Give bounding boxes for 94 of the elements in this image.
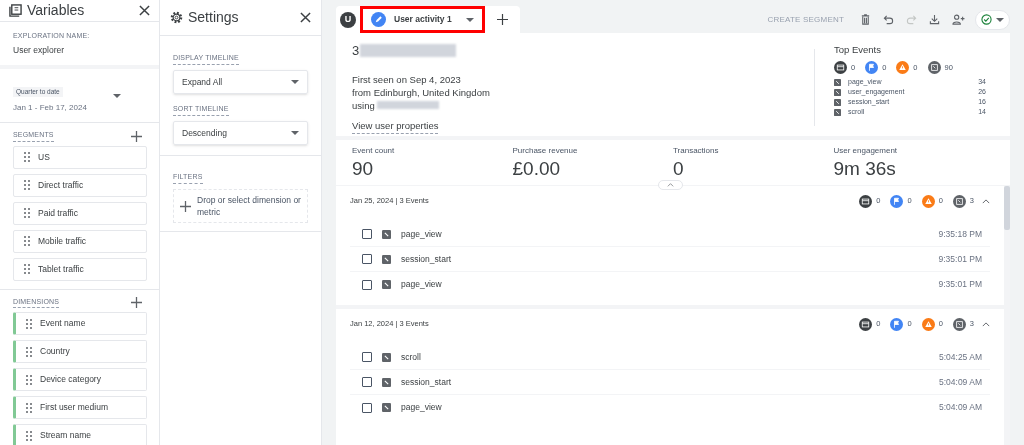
dimension-chip[interactable]: Stream name xyxy=(13,424,147,445)
event-icon xyxy=(382,403,391,412)
exploration-name[interactable]: User explorer xyxy=(13,43,146,57)
redacted-block xyxy=(376,101,439,109)
download-icon[interactable] xyxy=(929,14,940,25)
event-name: page_view xyxy=(401,278,443,291)
dimension-chip[interactable]: Event name xyxy=(13,312,147,336)
dropdown[interactable]: Expand All xyxy=(173,70,308,94)
segment-chip[interactable]: Direct traffic xyxy=(13,173,147,197)
tab[interactable]: User activity 1 xyxy=(360,6,485,33)
metric-label: Event count xyxy=(352,145,396,157)
pencil-icon xyxy=(371,12,386,27)
checkbox[interactable] xyxy=(362,254,372,264)
add-icon[interactable] xyxy=(131,297,142,308)
caret-icon xyxy=(996,17,1004,22)
segment-chip[interactable]: Mobile traffic xyxy=(13,229,147,253)
event-name: page_view xyxy=(401,401,443,414)
metric-label: Purchase revenue xyxy=(512,145,579,157)
segment-chip[interactable]: Paid traffic xyxy=(13,201,147,225)
dimension-chip[interactable]: First user medium xyxy=(13,396,147,420)
event-time: 9:35:01 PM xyxy=(938,252,982,266)
event-time: 9:35:18 PM xyxy=(938,227,982,241)
filter-drop-zone[interactable]: Drop or select dimension or metric xyxy=(173,189,308,223)
add-icon[interactable] xyxy=(131,130,142,142)
dimension-chip[interactable]: Device category xyxy=(13,368,147,392)
device-text: using xyxy=(352,98,375,112)
dimension-chip[interactable]: Country xyxy=(13,340,147,364)
segment-chip[interactable]: US xyxy=(13,145,147,169)
event-icon xyxy=(382,229,391,239)
check-circle-icon xyxy=(981,14,992,25)
drag-handle-icon xyxy=(24,152,30,163)
close-icon[interactable] xyxy=(300,12,311,23)
event-icon xyxy=(834,78,841,86)
collapse-icon[interactable] xyxy=(982,198,990,204)
trash-icon[interactable] xyxy=(860,14,871,25)
caret-icon xyxy=(291,131,299,135)
event-icon xyxy=(382,352,391,362)
event-name: session_start xyxy=(401,252,453,266)
event-time: 5:04:09 AM xyxy=(939,375,982,389)
close-icon[interactable] xyxy=(139,5,150,16)
panel-title: Variables xyxy=(27,1,86,20)
checkbox[interactable] xyxy=(362,229,372,239)
view-user-properties-link[interactable]: View user properties xyxy=(352,118,439,134)
date-range-text: Jan 1 - Feb 17, 2024 xyxy=(13,102,88,115)
drag-handle-icon xyxy=(26,318,32,329)
caret-icon xyxy=(291,80,299,84)
event-icon xyxy=(834,98,841,106)
event-name: session_start xyxy=(401,375,453,389)
add-icon xyxy=(180,200,191,212)
event-name: scroll xyxy=(401,350,422,364)
location-text: from Edinburgh, United Kingdom xyxy=(352,85,491,99)
collapse-icon[interactable] xyxy=(982,321,990,327)
undo-icon[interactable] xyxy=(883,14,894,25)
user-id: 3 xyxy=(352,42,360,60)
scrollbar-thumb[interactable] xyxy=(1004,186,1010,230)
caret-icon xyxy=(465,17,474,22)
checkbox[interactable] xyxy=(362,279,372,290)
event-icon xyxy=(834,108,841,116)
event-icon xyxy=(382,254,391,264)
checkbox[interactable] xyxy=(362,352,372,362)
drag-handle-icon xyxy=(26,430,32,441)
event-time: 5:04:09 AM xyxy=(939,401,982,414)
segment-chip[interactable]: Tablet traffic xyxy=(13,257,147,281)
event-time: 9:35:01 PM xyxy=(938,278,982,291)
event-icon xyxy=(382,377,391,387)
first-seen-text: First seen on Sep 4, 2023 xyxy=(352,72,462,86)
caret-icon xyxy=(113,93,121,98)
section-title: Top Events xyxy=(834,43,882,57)
drag-handle-icon xyxy=(24,236,30,247)
dropdown[interactable]: Descending xyxy=(173,121,308,145)
library-icon xyxy=(9,4,22,17)
panel-title: Settings xyxy=(188,8,240,27)
status-dropdown[interactable] xyxy=(975,9,1010,30)
drag-handle-icon xyxy=(24,180,30,191)
metric-label: Transactions xyxy=(673,145,720,157)
metric-value: 9m 36s xyxy=(833,157,897,181)
drag-handle-icon xyxy=(26,374,32,385)
drag-handle-icon xyxy=(26,402,32,413)
metric-value: 0 xyxy=(673,157,685,181)
drag-handle-icon xyxy=(24,264,30,275)
share-user-icon[interactable] xyxy=(952,14,965,25)
metric-label: User engagement xyxy=(833,145,899,157)
event-icon xyxy=(834,88,841,96)
metric-value: 90 xyxy=(352,157,375,181)
checkbox[interactable] xyxy=(362,402,372,413)
user-avatar: U xyxy=(340,11,356,28)
event-name: page_view xyxy=(401,227,443,241)
checkbox[interactable] xyxy=(362,377,372,387)
drag-handle-icon xyxy=(24,208,30,219)
drag-handle-icon xyxy=(26,346,32,357)
event-icon xyxy=(382,280,391,289)
metric-value: £0.00 xyxy=(512,157,562,181)
event-time: 5:04:25 AM xyxy=(939,350,982,364)
settings-icon xyxy=(170,11,183,24)
